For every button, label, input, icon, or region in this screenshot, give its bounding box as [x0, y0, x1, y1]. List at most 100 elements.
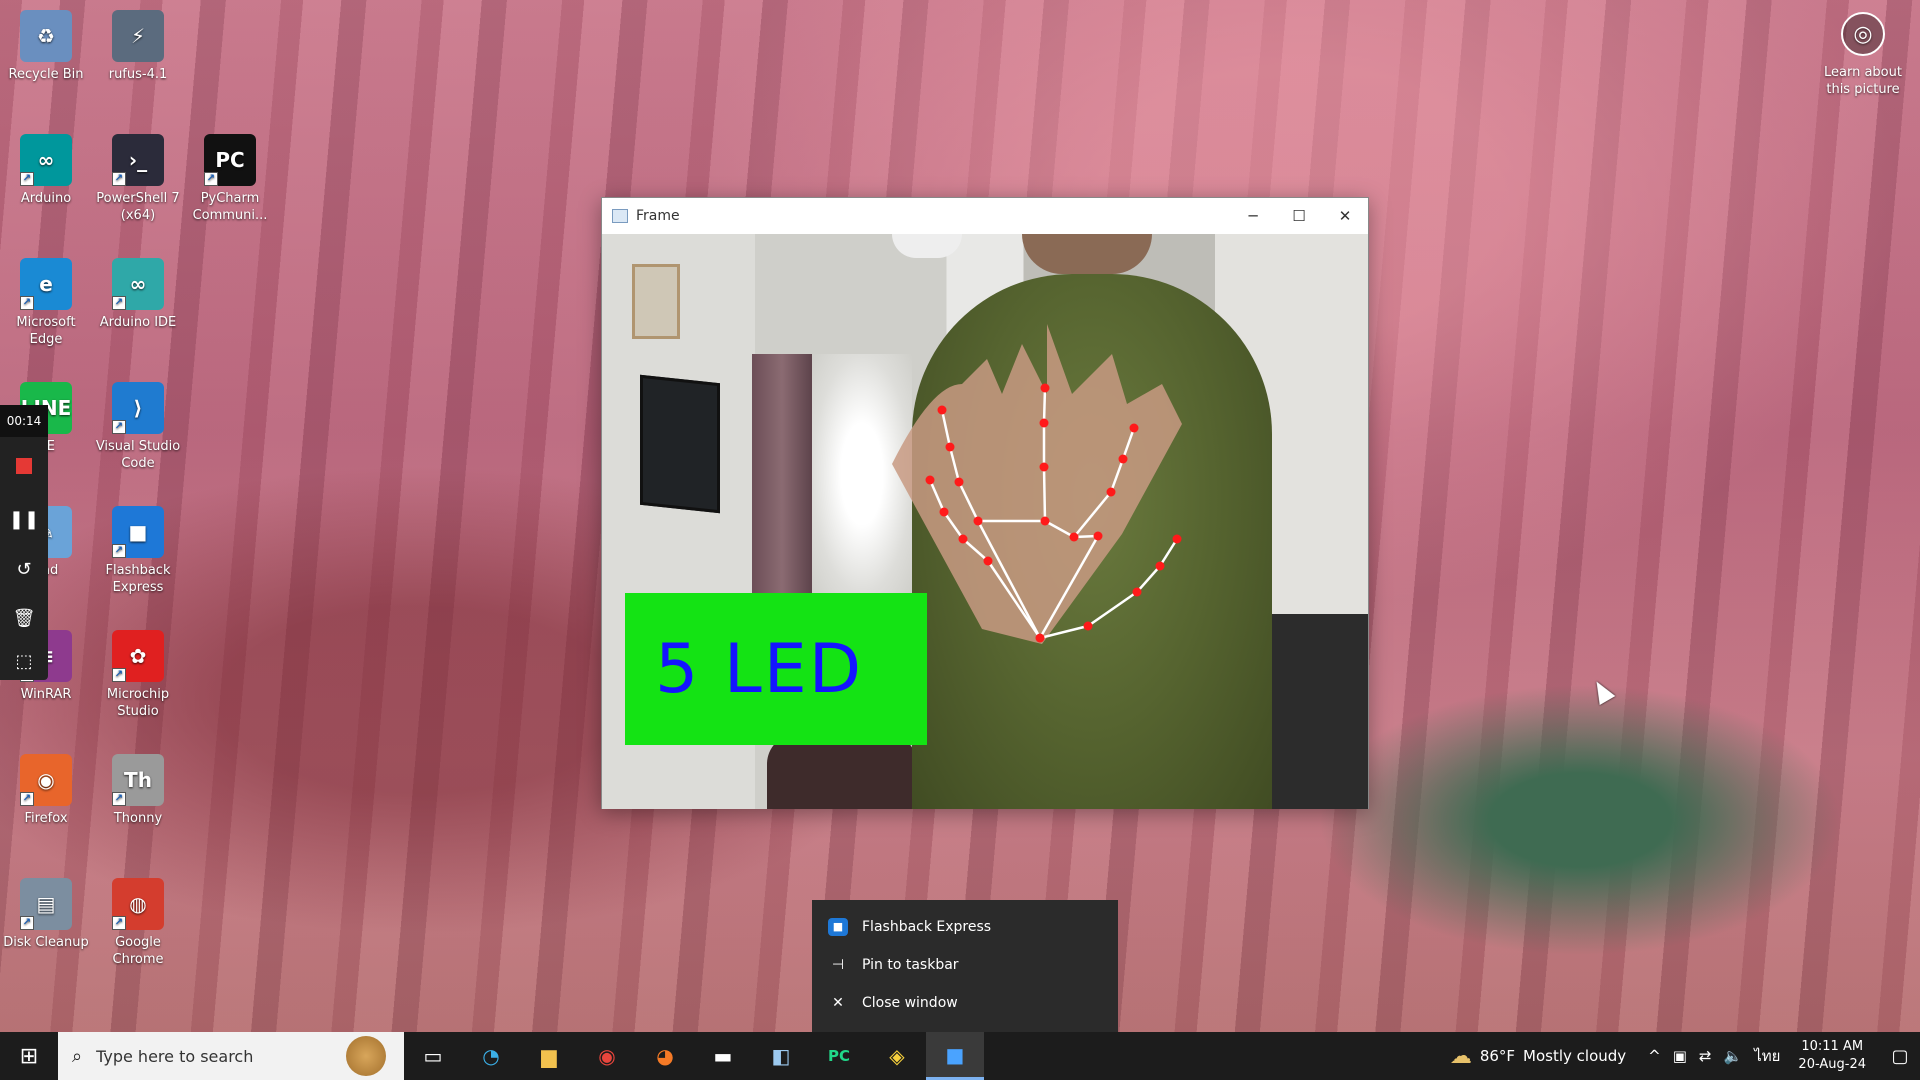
desktop-icon-image: ✿ ↗ — [112, 630, 164, 682]
hand-connection — [1087, 590, 1138, 628]
desktop-icon[interactable]: ∞ ↗ Arduino — [0, 134, 92, 207]
taskbar-file-explorer[interactable]: ▆ — [520, 1032, 578, 1080]
stop-recording-button[interactable] — [8, 450, 40, 482]
desktop-icon-label: Microsoft Edge — [16, 315, 76, 347]
desktop-icon-label: WinRAR — [20, 687, 72, 702]
desktop-icon[interactable]: PC ↗ PyCharm Communi... — [184, 134, 276, 224]
weather-temp: 86°F — [1479, 1047, 1516, 1065]
restart-recording-button[interactable]: ↺ — [8, 553, 40, 585]
shortcut-arrow-icon: ↗ — [20, 916, 34, 930]
start-button[interactable]: ⊞ — [0, 1032, 58, 1080]
desktop-icon[interactable]: e ↗ Microsoft Edge — [0, 258, 92, 348]
desktop-icon[interactable]: ◉ ↗ Firefox — [0, 754, 92, 827]
hand-keypoint — [945, 442, 955, 452]
desktop-icon[interactable]: ⚡ rufus-4.1 — [92, 10, 184, 83]
desktop-icon[interactable]: ♻ Recycle Bin — [0, 10, 92, 83]
desktop-icon[interactable]: Th ↗ Thonny — [92, 754, 184, 827]
desktop-icon[interactable]: ■ ↗ Flashback Express — [92, 506, 184, 596]
maximize-button[interactable]: ☐ — [1276, 198, 1322, 234]
network-icon[interactable]: ⇄ — [1699, 1047, 1712, 1065]
desktop-icon-label: Visual Studio Code — [95, 439, 181, 471]
taskbar-jumplist: ■ Flashback Express ⊣ Pin to taskbar ✕ C… — [812, 900, 1118, 1032]
taskbar-notepad[interactable]: ◧ — [752, 1032, 810, 1080]
desktop-icon-label: Microchip Studio — [106, 687, 170, 719]
trash-icon: 🗑 — [12, 607, 36, 629]
edge-icon: ◔ — [482, 1044, 500, 1068]
taskbar-chrome[interactable]: ◉ — [578, 1032, 636, 1080]
delete-recording-button[interactable]: 🗑 — [8, 602, 40, 634]
close-icon: ✕ — [832, 995, 844, 1011]
desktop-icon-image: ›_ ↗ — [112, 134, 164, 186]
camera-icon: ◎ — [1841, 12, 1885, 56]
mouse-cursor — [1588, 676, 1616, 706]
hand-keypoint — [1172, 534, 1182, 544]
desktop-icon[interactable]: ∞ ↗ Arduino IDE — [92, 258, 184, 331]
search-placeholder: Type here to search — [96, 1046, 254, 1066]
learn-about-picture-label: Learn about this picture — [1824, 65, 1902, 97]
hand-keypoint — [973, 516, 983, 526]
hand-keypoint — [954, 477, 964, 487]
python-icon: ◈ — [889, 1044, 905, 1068]
desktop-icon-image: ∞ ↗ — [20, 134, 72, 186]
weather-desc: Mostly cloudy — [1523, 1047, 1627, 1065]
desktop-icon[interactable]: ⟩ ↗ Visual Studio Code — [92, 382, 184, 472]
weather-widget[interactable]: ☁ 86°F Mostly cloudy — [1450, 1044, 1626, 1069]
hand-keypoint — [937, 405, 947, 415]
window-titlebar[interactable]: Frame ─ ☐ ✕ — [602, 198, 1368, 234]
volume-icon[interactable]: 🔈 — [1724, 1047, 1743, 1065]
camera-feed: 5 LED — [602, 234, 1368, 809]
desktop-icon-image: ⟩ ↗ — [112, 382, 164, 434]
pin-icon: ⊣ — [831, 957, 845, 973]
taskbar-firefox[interactable]: ◕ — [636, 1032, 694, 1080]
desktop-icon-image: ⚡ — [112, 10, 164, 62]
task-view-button[interactable]: ▭ — [404, 1032, 462, 1080]
desktop-icon-label: Thonny — [113, 811, 163, 826]
taskbar-flashback[interactable]: ■ — [926, 1032, 984, 1080]
restart-icon: ↺ — [16, 558, 32, 580]
pause-recording-button[interactable]: ❚❚ — [8, 503, 40, 535]
minimize-button[interactable]: ─ — [1230, 198, 1276, 234]
hand-connection — [1136, 565, 1161, 593]
search-box[interactable]: ⌕ Type here to search — [58, 1032, 404, 1080]
hand-keypoint — [958, 534, 968, 544]
jumplist-item-close[interactable]: ✕ Close window — [812, 984, 1118, 1022]
hand-keypoint — [1039, 462, 1049, 472]
taskbar-pycharm[interactable]: PC — [810, 1032, 868, 1080]
close-button[interactable]: ✕ — [1322, 198, 1368, 234]
hand-connection — [1042, 387, 1047, 424]
flashback-icon: ■ — [828, 918, 848, 936]
taskbar-python[interactable]: ◈ — [868, 1032, 926, 1080]
hand-keypoint — [1129, 423, 1139, 433]
clock[interactable]: 10:11 AM 20-Aug-24 — [1798, 1038, 1866, 1074]
clock-time: 10:11 AM — [1801, 1039, 1864, 1054]
desktop-icon-image: ∞ ↗ — [112, 258, 164, 310]
learn-about-picture[interactable]: ◎ Learn about this picture — [1818, 12, 1908, 98]
led-count-text: 5 LED — [655, 629, 864, 709]
shortcut-arrow-icon: ↗ — [112, 420, 126, 434]
search-icon: ⌕ — [72, 1045, 83, 1067]
desktop-icon-label: Arduino — [20, 191, 72, 206]
select-area-button[interactable]: ⬚ — [8, 645, 40, 677]
desktop-icon[interactable]: ✿ ↗ Microchip Studio — [92, 630, 184, 720]
jumplist-item-app[interactable]: ■ Flashback Express — [812, 908, 1118, 946]
chevron-up-icon[interactable]: ^ — [1648, 1047, 1661, 1065]
desktop-icon[interactable]: ▤ ↗ Disk Cleanup — [0, 878, 92, 951]
taskbar-terminal[interactable]: ▬ — [694, 1032, 752, 1080]
taskbar-edge[interactable]: ◔ — [462, 1032, 520, 1080]
desktop-icon-label: PyCharm Communi... — [192, 191, 268, 223]
taskbar: ⊞ ⌕ Type here to search ▭ ◔ ▆ ◉ ◕ ▬ ◧ PC… — [0, 1032, 1920, 1080]
language-indicator[interactable]: ไทย — [1754, 1044, 1780, 1068]
frame-window[interactable]: Frame ─ ☐ ✕ 5 LED — [601, 197, 1369, 809]
desktop-icon[interactable]: ◍ ↗ Google Chrome — [92, 878, 184, 968]
jumplist-item-label: Close window — [862, 995, 958, 1011]
desktop-icon[interactable]: ›_ ↗ PowerShell 7 (x64) — [92, 134, 184, 224]
system-tray: ☁ 86°F Mostly cloudy ^ ▣ ⇄ 🔈 ไทย 10:11 A… — [1450, 1032, 1920, 1080]
jumplist-item-label: Flashback Express — [862, 919, 992, 935]
jumplist-item-pin[interactable]: ⊣ Pin to taskbar — [812, 946, 1118, 984]
hand-connection — [1042, 466, 1047, 522]
notification-icon[interactable]: ▢ — [1880, 1046, 1920, 1067]
desktop-icon-image: e ↗ — [20, 258, 72, 310]
desktop-icon-image: ▤ ↗ — [20, 878, 72, 930]
task-view-icon: ▭ — [423, 1044, 443, 1068]
device-icon[interactable]: ▣ — [1673, 1047, 1687, 1065]
